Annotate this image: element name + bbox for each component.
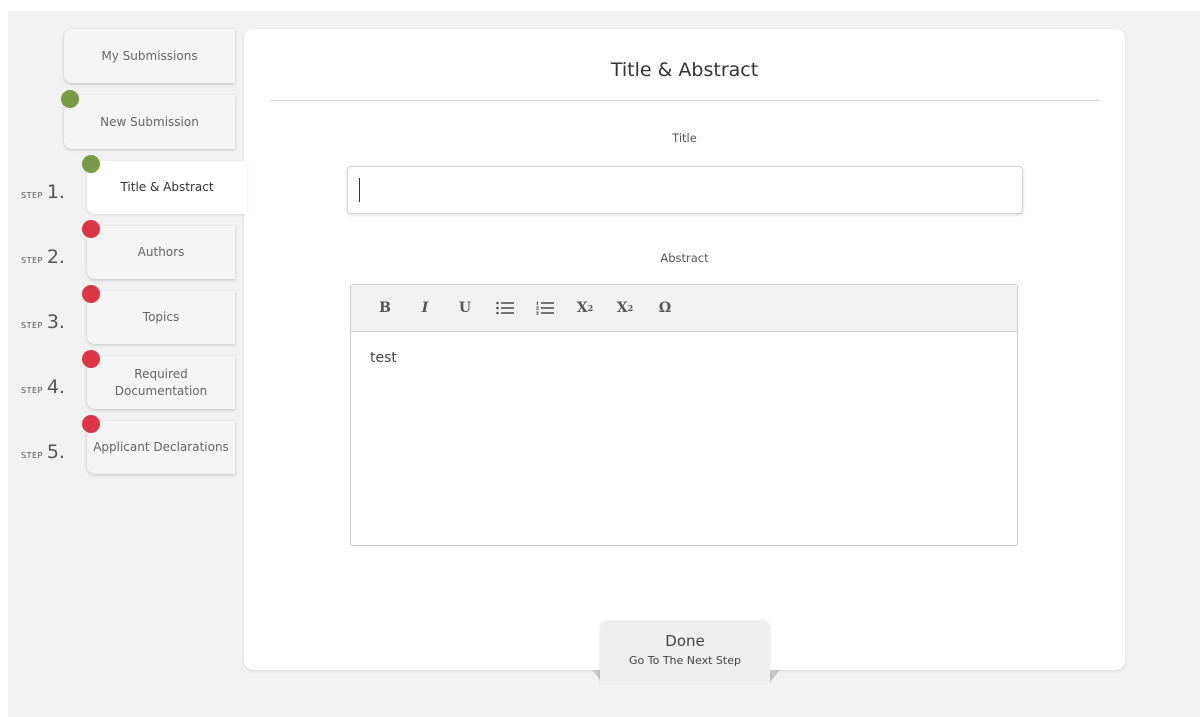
step-word: STEP	[21, 386, 43, 395]
numbered-list-icon[interactable]	[525, 293, 565, 323]
tab-step-title-abstract[interactable]: Title & Abstract	[87, 161, 247, 214]
title-divider	[270, 100, 1099, 101]
special-character-button[interactable]: Ω	[645, 293, 685, 323]
bullet-list-glyph	[496, 301, 514, 315]
step-number: 2.	[46, 246, 65, 268]
tab-step-topics-label: Topics	[142, 310, 180, 324]
done-ribbon-fold-right	[770, 670, 780, 682]
subscript-mark: 2	[627, 303, 634, 313]
step-number: 1.	[46, 181, 65, 203]
abstract-editor: B I U X 2 X 2 Ω test	[350, 284, 1018, 546]
step-number: 3.	[46, 311, 65, 333]
step-number: 4.	[46, 376, 65, 398]
done-button-sublabel: Go To The Next Step	[629, 654, 741, 667]
tab-step-authors[interactable]: Authors	[87, 226, 235, 279]
editor-toolbar: B I U X 2 X 2 Ω	[351, 285, 1017, 332]
abstract-text-area[interactable]: test	[351, 332, 1017, 384]
superscript-mark: 2	[587, 303, 594, 313]
numbered-list-glyph	[536, 301, 554, 315]
tab-my-submissions[interactable]: My Submissions	[64, 29, 235, 83]
tab-step-authors-label: Authors	[137, 245, 185, 259]
done-button[interactable]: Done Go To The Next Step	[600, 622, 770, 684]
new-submission-status-dot	[61, 90, 79, 108]
italic-button[interactable]: I	[405, 293, 445, 323]
step-5-label: STEP 5.	[21, 441, 81, 463]
main-panel: Title & Abstract Title Abstract B I U X …	[244, 29, 1125, 670]
step-word: STEP	[21, 191, 43, 200]
step-number: 5.	[46, 441, 65, 463]
step-4-status-dot	[82, 350, 100, 368]
tab-step-applicant-declarations[interactable]: Applicant Declarations	[87, 421, 235, 474]
step-3-label: STEP 3.	[21, 311, 81, 333]
underline-button[interactable]: U	[445, 293, 485, 323]
superscript-label: X	[576, 300, 588, 316]
step-1-label: STEP 1.	[21, 181, 81, 203]
tab-step-title-abstract-label: Title & Abstract	[120, 180, 214, 194]
step-2-status-dot	[82, 220, 100, 238]
step-5-status-dot	[82, 415, 100, 433]
tab-step-required-documentation[interactable]: Required Documentation	[87, 356, 235, 409]
step-2-label: STEP 2.	[21, 246, 81, 268]
subscript-button[interactable]: X2	[605, 293, 645, 323]
step-4-label: STEP 4.	[21, 376, 81, 398]
abstract-field-label: Abstract	[660, 251, 709, 265]
superscript-button[interactable]: X2	[565, 293, 605, 323]
tab-my-submissions-label: My Submissions	[101, 48, 198, 63]
tab-step-applicant-declarations-label: Applicant Declarations	[93, 440, 229, 454]
title-input[interactable]	[347, 166, 1023, 214]
step-1-status-dot	[82, 155, 100, 173]
subscript-label: X	[616, 300, 628, 316]
tab-step-required-documentation-label: Required Documentation	[114, 366, 208, 398]
step-3-status-dot	[82, 285, 100, 303]
tab-step-topics[interactable]: Topics	[87, 291, 235, 344]
bullet-list-icon[interactable]	[485, 293, 525, 323]
step-word: STEP	[21, 256, 43, 265]
text-caret	[359, 178, 360, 202]
title-field-label: Title	[672, 131, 697, 145]
step-word: STEP	[21, 451, 43, 460]
done-button-label: Done	[665, 632, 705, 650]
page-title: Title & Abstract	[610, 59, 759, 81]
tab-new-submission-label: New Submission	[100, 114, 199, 129]
tab-new-submission[interactable]: New Submission	[64, 95, 235, 149]
bold-button[interactable]: B	[365, 293, 405, 323]
step-word: STEP	[21, 321, 43, 330]
